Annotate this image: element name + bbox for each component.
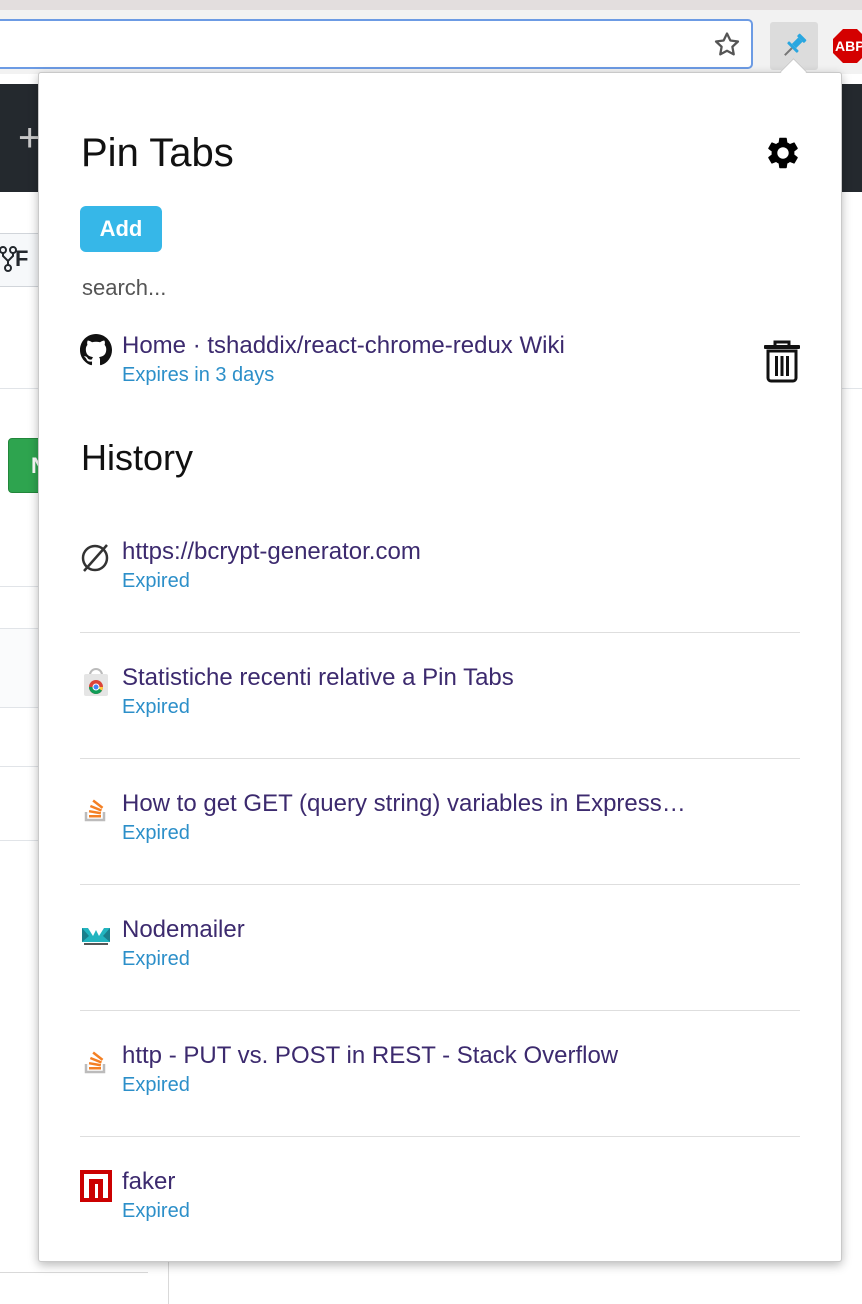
background-divider [0,766,40,767]
history-item[interactable]: http - PUT vs. POST in REST - Stack Over… [80,1039,802,1109]
pushpin-icon [784,33,807,56]
history-item[interactable]: Statistiche recenti relative a Pin Tabs … [80,661,802,731]
background-panel [0,628,40,708]
history-item-status: Expired [122,696,190,718]
history-item-title[interactable]: Nodemailer [122,913,245,947]
npm-icon [80,1170,112,1202]
background-divider [0,586,40,587]
background-divider [168,1262,169,1304]
stackoverflow-icon [84,1051,106,1074]
history-item-title[interactable]: How to get GET (query string) variables … [122,787,686,821]
background-divider [0,1272,148,1273]
add-button[interactable]: Add [80,206,162,252]
bookmark-star-icon[interactable] [712,30,742,60]
chrome-webstore-icon [84,668,108,696]
window-top-strip [0,0,862,10]
history-item-status: Expired [122,1200,190,1222]
history-item[interactable]: How to get GET (query string) variables … [80,787,802,857]
pinned-tab-item[interactable]: Home · tshaddix/react-chrome-redux Wiki … [80,329,802,399]
abp-label: ABP [835,38,862,54]
background-divider [0,388,40,389]
pinned-tab-title[interactable]: Home · tshaddix/react-chrome-redux Wiki [122,329,565,363]
stackoverflow-icon [84,799,106,822]
gear-icon[interactable] [764,134,802,172]
nodemailer-icon [82,928,110,945]
history-item[interactable]: faker Expired [80,1165,802,1235]
background-divider [0,840,40,841]
history-divider [80,758,800,759]
pinned-tab-expiry: Expires in 3 days [122,364,275,386]
popup-title: Pin Tabs [81,131,234,175]
history-item[interactable]: Nodemailer Expired [80,913,802,983]
history-item-status: Expired [122,570,190,592]
history-divider [80,1136,800,1137]
history-item-status: Expired [122,822,190,844]
search-input[interactable] [80,270,724,306]
no-favicon-icon [81,544,109,572]
history-item-title[interactable]: http - PUT vs. POST in REST - Stack Over… [122,1039,618,1073]
history-heading: History [81,437,194,478]
history-divider [80,884,800,885]
adblock-plus-icon[interactable]: ABP [832,28,862,64]
address-bar[interactable] [0,19,753,69]
github-icon [80,334,112,366]
history-item-title[interactable]: Statistiche recenti relative a Pin Tabs [122,661,514,695]
history-divider [80,1010,800,1011]
history-item-title[interactable]: faker [122,1165,175,1199]
history-item[interactable]: https://bcrypt-generator.com Expired [80,535,802,605]
history-item-status: Expired [122,1074,190,1096]
history-item-title[interactable]: https://bcrypt-generator.com [122,535,421,569]
background-divider [842,388,862,389]
history-divider [80,632,800,633]
trash-icon[interactable] [762,339,802,383]
history-item-status: Expired [122,948,190,970]
background-fork-label: F [15,246,29,271]
